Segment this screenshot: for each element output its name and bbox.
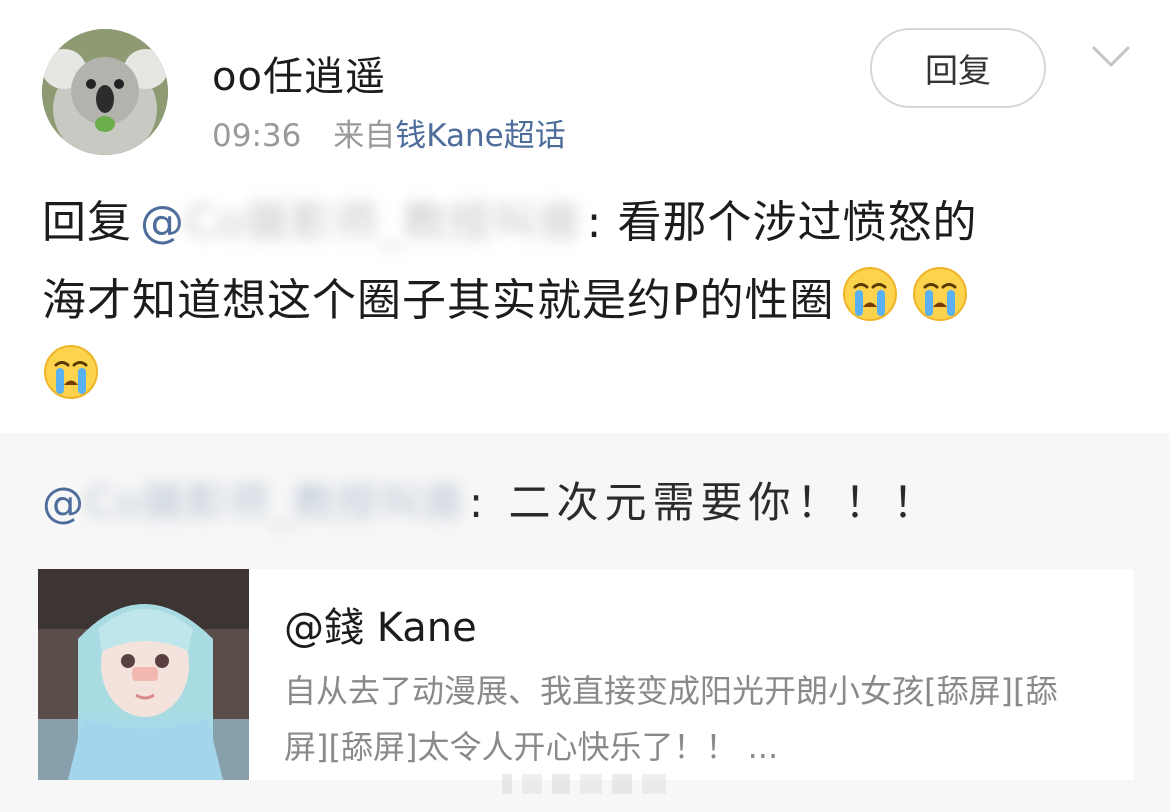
quoted-mention-at[interactable]: @ [42, 478, 85, 527]
mention-at[interactable]: @ [140, 197, 185, 248]
colon: : [586, 197, 603, 248]
reply-prefix: 回复 [42, 197, 132, 248]
comment-text: 回复 @Co摄影师_教授叫兽: 看那个涉过愤怒的 海才知道想这个圈子其实就是约P的… [42, 184, 1132, 418]
chevron-down-icon[interactable] [1090, 42, 1132, 72]
card-thumbnail [38, 569, 249, 780]
crying-face-icon [911, 265, 969, 323]
linked-post-card[interactable]: @錢 Kane 自从去了动漫展、我直接变成阳光开朗小女孩[舔屏][舔屏][舔屏]… [38, 569, 1134, 780]
comment-line-2: 海才知道想这个圈子其实就是约P的性圈 [42, 275, 835, 326]
card-author[interactable]: @錢 Kane [284, 595, 477, 653]
watermark [500, 770, 670, 798]
post-time: 09:36 [212, 118, 302, 154]
quoted-body: : 二次元需要你！！！ [469, 478, 941, 527]
crying-face-icon [841, 265, 899, 323]
comment-line-1: 看那个涉过愤怒的 [602, 197, 978, 248]
quoted-blurred-mention[interactable]: Co摄影师_教授叫兽 [85, 469, 465, 530]
crying-face-icon [42, 343, 100, 401]
koala-avatar-image [42, 29, 168, 155]
weibo-comment-page: oo任逍遥 09:36 来自钱Kane超话 回复 回复 @Co摄影师_教授叫兽: … [0, 0, 1170, 812]
reply-button[interactable]: 回复 [870, 28, 1046, 108]
blurred-mention[interactable]: Co摄影师_教授叫兽 [185, 184, 583, 262]
source-prefix: 来自 [333, 118, 396, 154]
avatar[interactable] [42, 29, 168, 155]
card-excerpt: 自从去了动漫展、我直接变成阳光开朗小女孩[舔屏][舔屏][舔屏]太令人开心快乐了… [284, 672, 1058, 766]
username[interactable]: oo任逍遥 [212, 44, 386, 102]
quoted-post[interactable]: @Co摄影师_教授叫兽: 二次元需要你！！！ @錢 Kane 自从去了动漫展、我… [0, 433, 1170, 812]
post-meta: 09:36 来自钱Kane超话 [212, 110, 566, 155]
source-link[interactable]: 钱Kane超话 [395, 118, 566, 154]
quoted-text: @Co摄影师_教授叫兽: 二次元需要你！！！ [42, 469, 941, 530]
